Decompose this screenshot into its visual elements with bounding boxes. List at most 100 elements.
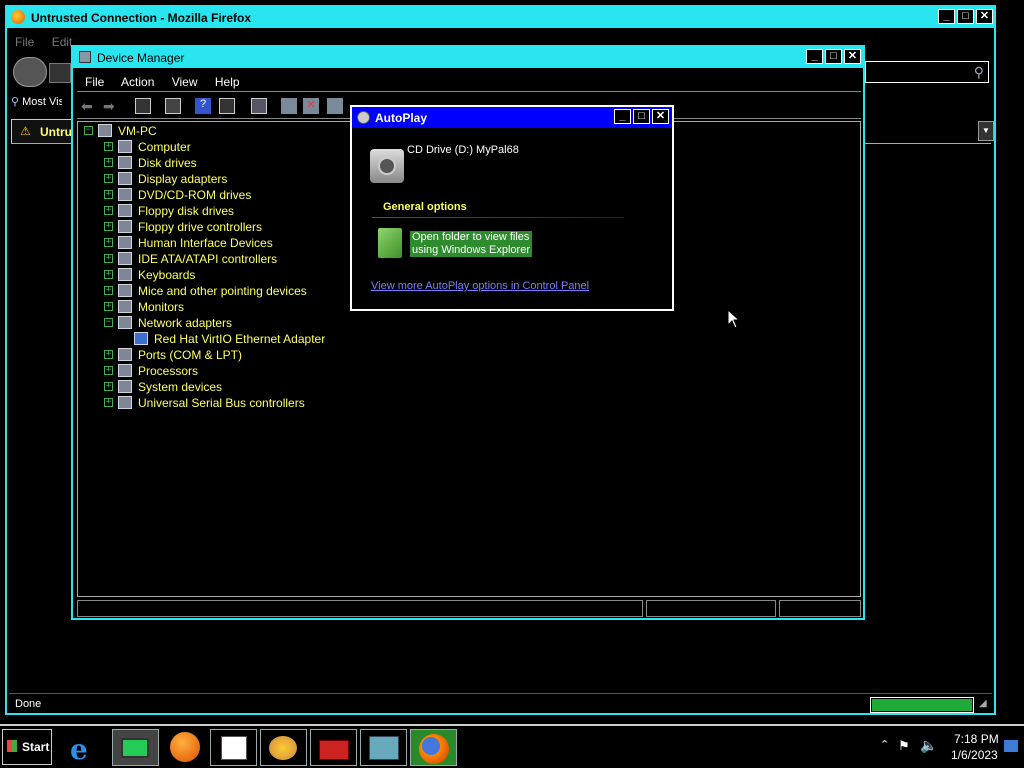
open-folder-option[interactable]: Open folder to view files using Windows … bbox=[372, 225, 632, 261]
device-category-icon bbox=[118, 380, 132, 393]
tab-list-button[interactable]: ▼ bbox=[978, 121, 994, 141]
internet-explorer-icon: e bbox=[70, 733, 88, 766]
tab-untrusted[interactable]: ⚠ Untrusted Connection bbox=[11, 119, 75, 143]
tree-item-label: System devices bbox=[138, 380, 223, 394]
dm-status-pane-1 bbox=[77, 600, 643, 617]
tree-item-label: Floppy disk drives bbox=[138, 204, 235, 218]
clock-date[interactable]: 1/6/2023 bbox=[951, 748, 998, 762]
taskbar-media-player[interactable] bbox=[162, 729, 209, 766]
show-hidden-icons[interactable]: ⌃ bbox=[880, 738, 889, 751]
expand-icon[interactable]: + bbox=[104, 190, 113, 199]
dm-maximize-button[interactable]: □ bbox=[825, 49, 842, 64]
expand-icon[interactable]: + bbox=[104, 302, 113, 311]
drive-label: CD Drive (D:) MyPal68 bbox=[407, 144, 519, 156]
disable-icon[interactable] bbox=[327, 98, 343, 114]
expand-icon[interactable]: + bbox=[104, 174, 113, 183]
menu-file[interactable]: File bbox=[15, 35, 34, 49]
dm-menu-help[interactable]: Help bbox=[215, 75, 240, 89]
expand-icon[interactable]: + bbox=[104, 398, 113, 407]
minimize-button[interactable]: _ bbox=[938, 9, 955, 24]
bookmark-most-visited[interactable]: Most Visited bbox=[22, 96, 62, 108]
tree-item-label: Disk drives bbox=[138, 156, 197, 170]
resize-grip-icon[interactable]: ◢ bbox=[979, 698, 987, 709]
expand-icon[interactable]: + bbox=[104, 366, 113, 375]
device-category-icon bbox=[118, 316, 132, 329]
update-driver-icon[interactable] bbox=[281, 98, 297, 114]
taskbar-task-list[interactable] bbox=[210, 729, 257, 766]
expand-icon[interactable]: + bbox=[104, 270, 113, 279]
firefox-logo-icon bbox=[11, 10, 25, 24]
action-center-icon[interactable]: ⚑ bbox=[898, 738, 910, 754]
general-options-heading: General options bbox=[383, 201, 467, 213]
menu-edit[interactable]: Edit bbox=[52, 35, 73, 49]
show-desktop-button[interactable] bbox=[1004, 740, 1018, 752]
back-button[interactable] bbox=[13, 57, 47, 87]
device-category-icon bbox=[118, 268, 132, 281]
tree-item-label: Universal Serial Bus controllers bbox=[138, 396, 305, 410]
control-panel-link[interactable]: View more AutoPlay options in Control Pa… bbox=[371, 280, 589, 292]
scan-hardware-icon[interactable] bbox=[251, 98, 267, 114]
expand-icon[interactable]: + bbox=[104, 206, 113, 215]
uninstall-icon[interactable]: ✕ bbox=[303, 98, 319, 114]
open-folder-line2: using Windows Explorer bbox=[412, 244, 530, 256]
expand-icon[interactable]: + bbox=[104, 158, 113, 167]
expand-icon[interactable]: + bbox=[104, 286, 113, 295]
taskbar-internet-explorer[interactable]: e bbox=[62, 729, 109, 766]
properties-icon[interactable] bbox=[165, 98, 181, 114]
autoplay-titlebar[interactable]: AutoPlay _ □ ✕ bbox=[352, 107, 672, 128]
forward-button[interactable] bbox=[49, 63, 71, 83]
expand-icon[interactable]: + bbox=[104, 238, 113, 247]
clock-time[interactable]: 7:18 PM bbox=[954, 732, 999, 746]
collapse-icon[interactable]: − bbox=[104, 318, 113, 327]
expand-icon[interactable]: + bbox=[104, 350, 113, 359]
tree-item-label: Red Hat VirtIO Ethernet Adapter bbox=[154, 332, 326, 346]
taskbar-toolbox[interactable] bbox=[310, 729, 357, 766]
dm-menu-file[interactable]: File bbox=[85, 75, 104, 89]
console-tree-icon[interactable] bbox=[135, 98, 151, 114]
start-label: Start bbox=[22, 740, 50, 754]
device-category-icon bbox=[118, 364, 132, 377]
device-category-icon bbox=[118, 220, 132, 233]
dm-minimize-button[interactable]: _ bbox=[806, 49, 823, 64]
start-button[interactable]: Start bbox=[2, 729, 52, 765]
help-icon[interactable]: ? bbox=[195, 98, 211, 114]
volume-muted-icon[interactable]: 🔈 bbox=[920, 737, 937, 754]
open-folder-line1: Open folder to view files bbox=[412, 231, 530, 243]
ap-minimize-button[interactable]: _ bbox=[614, 109, 631, 124]
tree-item-label: Mice and other pointing devices bbox=[138, 284, 307, 298]
taskbar-network[interactable] bbox=[360, 729, 407, 766]
section-divider bbox=[372, 217, 624, 218]
dm-menu-action[interactable]: Action bbox=[121, 75, 154, 89]
ap-maximize-button[interactable]: □ bbox=[633, 109, 650, 124]
expand-icon[interactable]: + bbox=[104, 222, 113, 231]
network-icon bbox=[369, 736, 399, 760]
device-category-icon bbox=[118, 236, 132, 249]
back-arrow-icon[interactable]: ⬅ bbox=[81, 98, 97, 114]
tree-item-label: IDE ATA/ATAPI controllers bbox=[138, 252, 278, 266]
ap-close-button[interactable]: ✕ bbox=[652, 109, 669, 124]
tree-item-label: DVD/CD-ROM drives bbox=[138, 188, 252, 202]
maximize-button[interactable]: □ bbox=[957, 9, 974, 24]
device-manager-titlebar[interactable]: Device Manager _ □ ✕ bbox=[73, 47, 863, 68]
forward-arrow-icon[interactable]: ➡ bbox=[103, 98, 119, 114]
close-button[interactable]: ✕ bbox=[976, 9, 993, 24]
device-manager-icon bbox=[79, 51, 91, 63]
taskbar-paint[interactable] bbox=[260, 729, 307, 766]
progress-fill bbox=[872, 699, 972, 711]
taskbar-firefox[interactable] bbox=[410, 729, 457, 766]
tree-item-label: Human Interface Devices bbox=[138, 236, 273, 250]
expand-icon[interactable]: + bbox=[104, 142, 113, 151]
url-bar[interactable]: ⚲ bbox=[865, 61, 989, 83]
view-icon[interactable] bbox=[219, 98, 235, 114]
tree-item-label: Display adapters bbox=[138, 172, 228, 186]
dm-menu-view[interactable]: View bbox=[172, 75, 198, 89]
search-icon[interactable]: ⚲ bbox=[974, 64, 984, 81]
collapse-icon[interactable]: − bbox=[84, 126, 93, 135]
expand-icon[interactable]: + bbox=[104, 254, 113, 263]
firefox-titlebar[interactable]: Untrusted Connection - Mozilla Firefox _… bbox=[7, 7, 994, 28]
expand-icon[interactable]: + bbox=[104, 382, 113, 391]
progress-bar bbox=[870, 697, 974, 713]
dm-close-button[interactable]: ✕ bbox=[844, 49, 861, 64]
taskbar-device-manager[interactable] bbox=[112, 729, 159, 766]
status-bar: Done ◢ bbox=[9, 693, 992, 714]
